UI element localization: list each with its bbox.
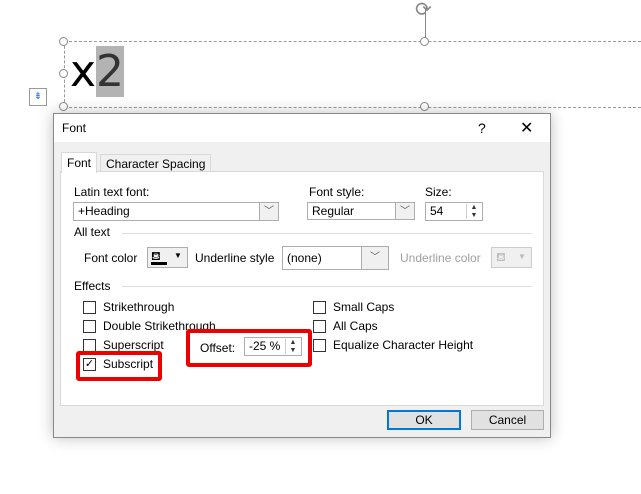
underline-color-label: Underline color [400,251,481,265]
color-swatch [151,262,167,265]
latin-font-value: +Heading [78,204,130,218]
latin-font-label: Latin text font: [74,185,150,199]
strikethrough-checkbox[interactable] [83,301,96,314]
size-spinner[interactable]: 54 ▲ ▼ [425,202,483,221]
underline-style-label: Underline style [195,251,275,265]
autofit-options-icon[interactable]: ⇟ [29,88,47,106]
all-caps-checkbox[interactable] [313,320,326,333]
double-strikethrough-checkbox[interactable] [83,320,96,333]
highlight-subscript [76,351,162,381]
slide-text[interactable]: x2 [70,46,125,98]
spin-arrows-icon[interactable]: ▲ ▼ [466,204,481,219]
paint-bucket-icon: ⛾ [496,250,506,264]
help-button[interactable]: ? [478,120,486,136]
highlight-offset [186,329,312,367]
font-style-select[interactable]: Regular ﹀ [307,202,415,220]
equalize-height-checkbox[interactable] [313,339,326,352]
resize-handle[interactable] [59,102,68,111]
resize-handle[interactable] [420,37,429,46]
latin-font-select[interactable]: +Heading ﹀ [73,202,279,221]
divider [122,286,532,287]
resize-handle[interactable] [59,69,68,78]
base-text: x [70,46,97,97]
dropdown-arrow-icon: ▼ [518,252,526,261]
strikethrough-label: Strikethrough [103,300,175,314]
font-color-button[interactable]: ⛾ ▼ [147,247,188,268]
textbox-border-top [64,41,641,42]
superscript-label: Superscript [103,338,164,352]
tab-character-spacing[interactable]: Character Spacing [100,154,212,172]
size-label: Size: [425,185,452,199]
dropdown-arrow-icon: ▼ [174,251,182,260]
rotate-handle-icon[interactable]: ⟳ [415,0,432,22]
selected-subscript-text: 2 [96,46,125,97]
ok-button[interactable]: OK [387,410,461,430]
cancel-button[interactable]: Cancel [471,410,544,430]
resize-handle[interactable] [59,37,68,46]
font-style-value: Regular [312,204,355,218]
font-dialog: Font ? ✕ Font Character Spacing Latin te… [53,113,551,438]
small-caps-label: Small Caps [333,300,395,314]
textbox-border-bottom [64,107,641,108]
dialog-title: Font [62,121,87,135]
resize-handle[interactable] [420,102,429,111]
small-caps-checkbox[interactable] [313,301,326,314]
underline-color-button: ⛾ ▼ [491,247,532,268]
underline-style-select[interactable]: (none) ﹀ [282,246,389,270]
chevron-down-icon: ﹀ [395,203,414,219]
divider [122,233,532,234]
chevron-down-icon: ﹀ [259,203,278,220]
close-button[interactable]: ✕ [520,118,533,138]
size-value: 54 [430,204,444,218]
dialog-titlebar: Font ? ✕ [54,114,550,142]
equalize-height-label: Equalize Character Height [333,338,474,352]
all-text-heading: All text [74,225,111,239]
font-style-label: Font style: [309,185,365,199]
all-caps-label: All Caps [333,319,378,333]
chevron-down-icon: ﹀ [361,247,388,269]
tab-font[interactable]: Font [61,152,98,173]
font-color-label: Font color [84,251,138,265]
effects-heading: Effects [74,279,111,293]
underline-style-value: (none) [287,251,322,265]
